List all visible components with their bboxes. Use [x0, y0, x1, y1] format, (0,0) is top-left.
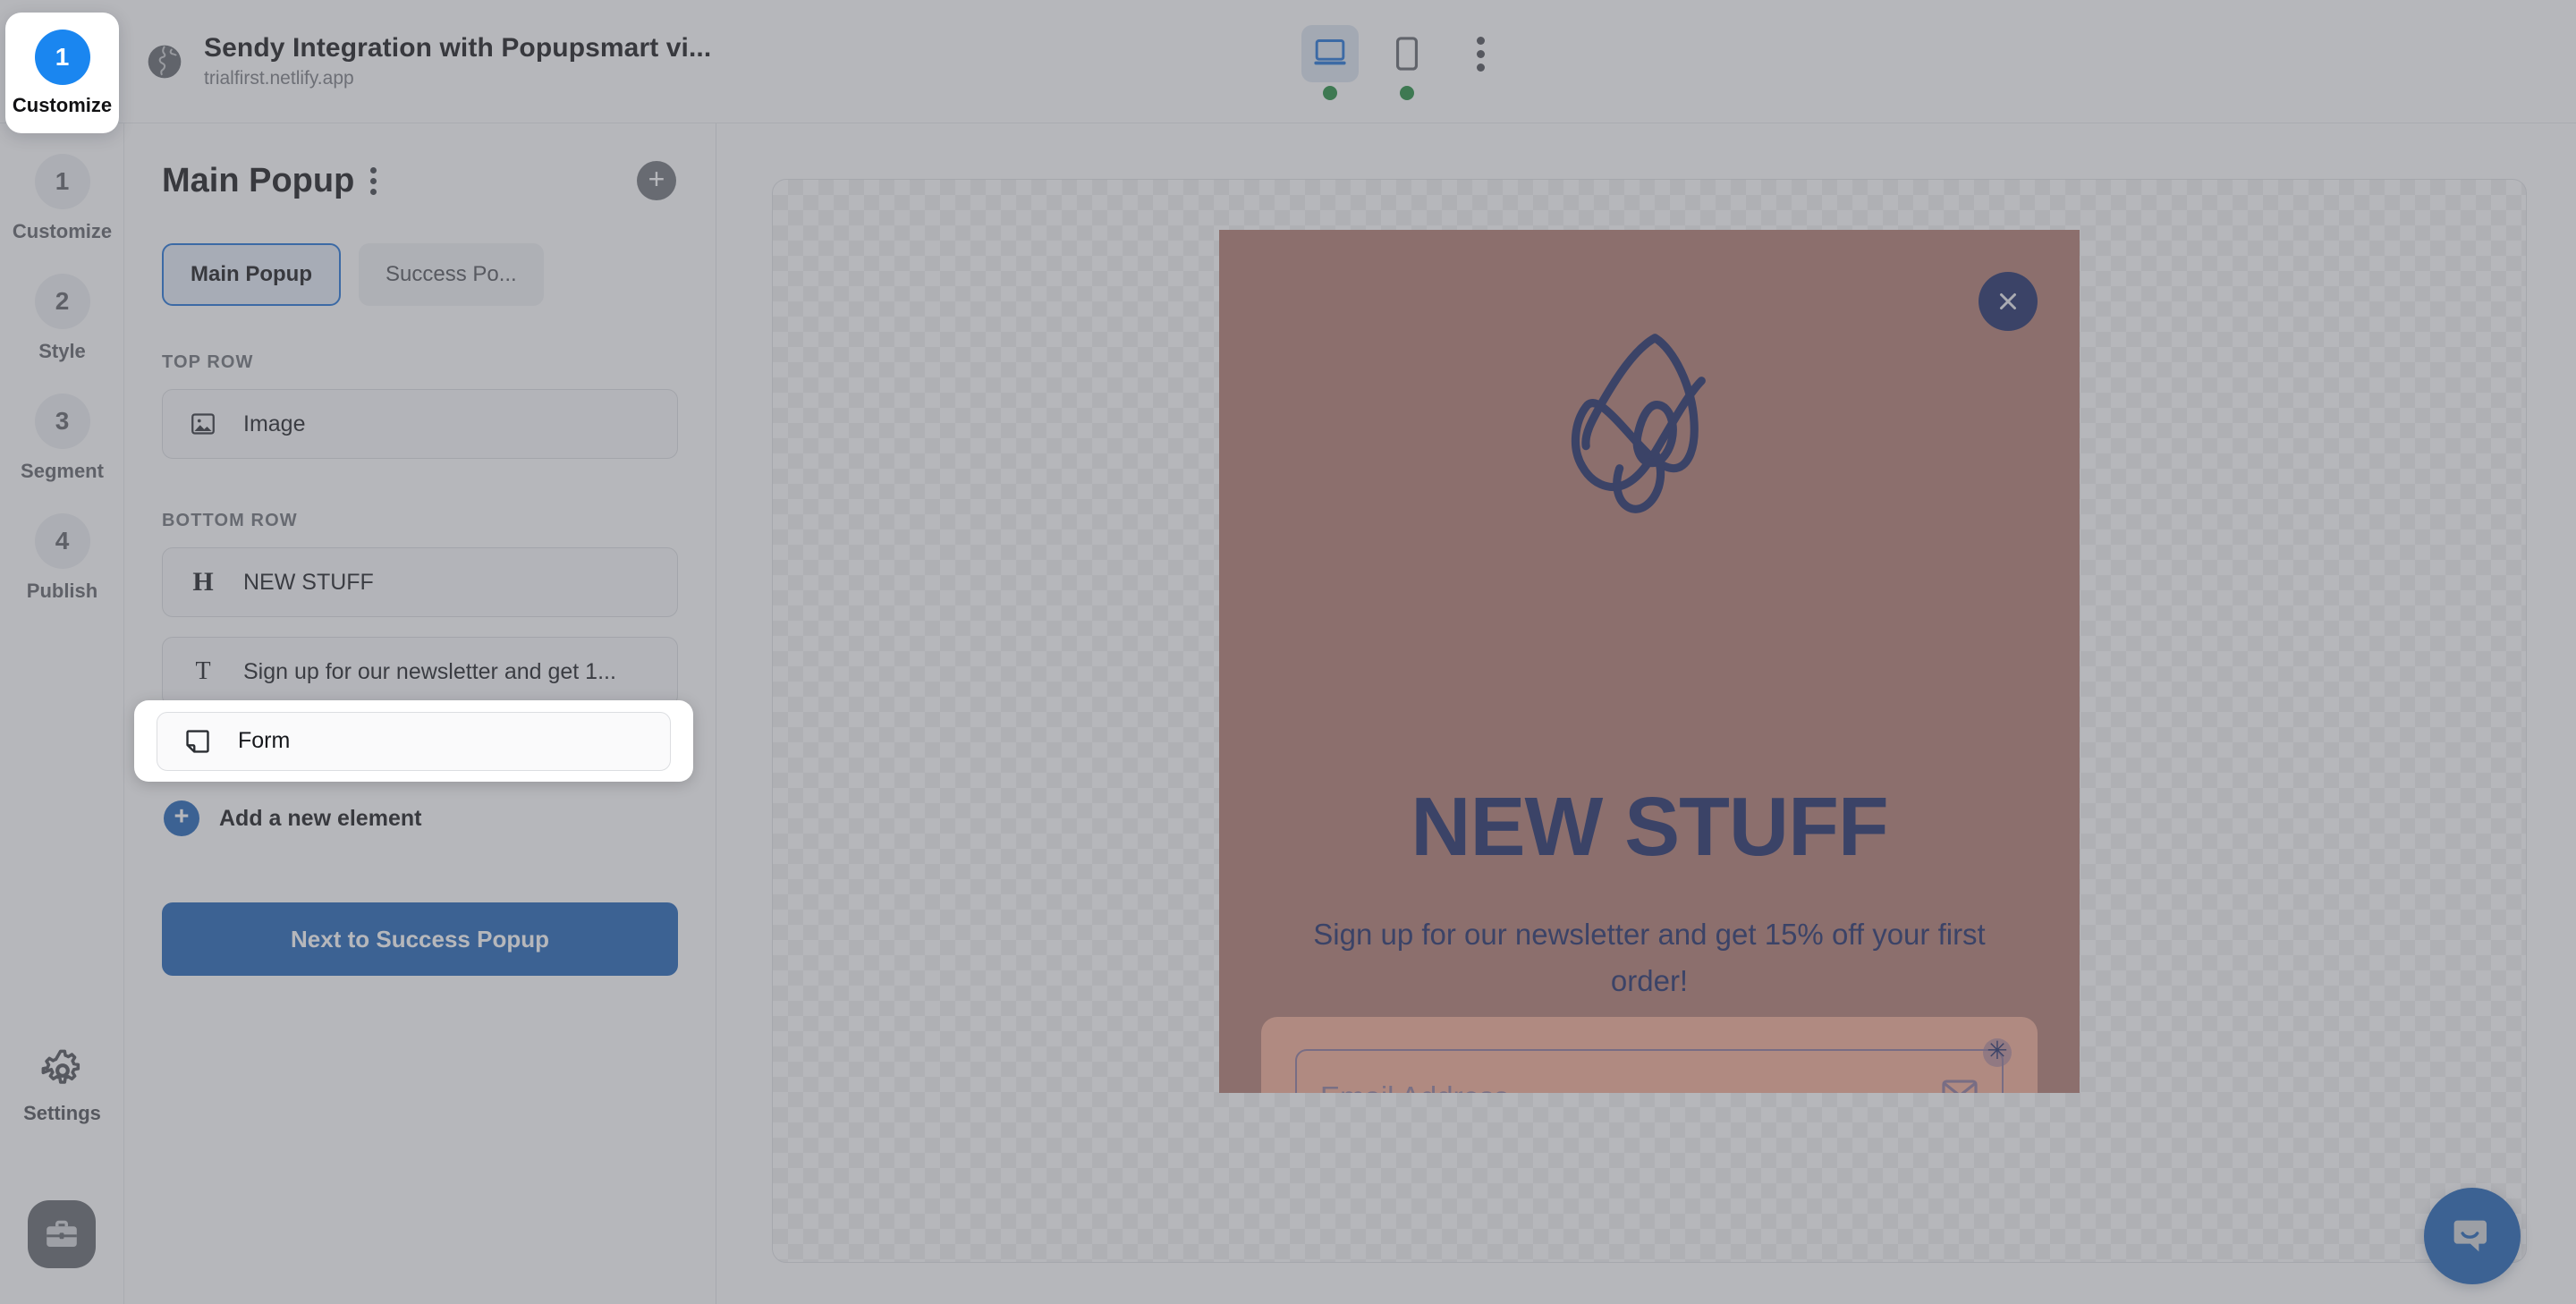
email-input[interactable]: Email Address: [1295, 1049, 2004, 1093]
app-root: Sendy Integration with Popupsmart vi... …: [0, 0, 2576, 1304]
email-field-wrap: Email Address ✳: [1295, 1049, 2004, 1093]
tab-success-popup[interactable]: Success Po...: [359, 243, 544, 306]
text-glyph: T: [195, 657, 210, 686]
heading-glyph: H: [192, 567, 213, 597]
tour-spotlight-form: Form: [134, 700, 693, 782]
form-icon: [181, 727, 215, 756]
section-label-bottom-row: BOTTOM ROW: [124, 459, 716, 531]
plus-circle-icon: +: [164, 800, 199, 836]
briefcase-button[interactable]: [28, 1200, 96, 1268]
step-number: 3: [35, 394, 90, 449]
preview-area: NEW STUFF Sign up for our newsletter and…: [716, 123, 2576, 1304]
panel-title: Main Popup: [162, 162, 354, 200]
sidebar-step-segment[interactable]: 3 Segment: [0, 363, 124, 483]
desktop-icon: [1313, 38, 1347, 69]
kebab-menu-icon[interactable]: [1455, 25, 1505, 82]
panel-menu-icon[interactable]: [370, 167, 377, 195]
required-marker-badge: ✳: [1983, 1038, 2012, 1067]
sidebar-item-settings[interactable]: Settings: [0, 1048, 124, 1125]
briefcase-icon: [43, 1215, 80, 1253]
step-label: Segment: [21, 460, 104, 483]
popup-form[interactable]: Email Address ✳ Subscribe: [1261, 1017, 2038, 1093]
add-new-element-label: Add a new element: [219, 806, 421, 832]
popup-body-text: Sign up for our newsletter and get 15% o…: [1302, 911, 1996, 1004]
page-title: Sendy Integration with Popupsmart vi...: [204, 33, 711, 64]
text-icon: T: [186, 657, 220, 686]
element-label: Sign up for our newsletter and get 1...: [243, 659, 616, 685]
element-item-form[interactable]: Form: [157, 712, 671, 771]
device-preview-switcher: [1301, 25, 1505, 82]
close-x-icon: [1995, 288, 2021, 315]
site-url: trialfirst.netlify.app: [204, 68, 711, 89]
email-placeholder: Email Address: [1320, 1080, 1509, 1093]
sidebar-step-style[interactable]: 2 Style: [0, 243, 124, 363]
preview-canvas: NEW STUFF Sign up for our newsletter and…: [772, 179, 2527, 1263]
step-number: 2: [35, 274, 90, 329]
panel-header: Main Popup +: [124, 123, 716, 200]
step-number: 1: [35, 154, 90, 209]
chat-widget-button[interactable]: [2424, 1188, 2521, 1284]
site-info: Sendy Integration with Popupsmart vi... …: [145, 33, 711, 89]
element-item-text[interactable]: T Sign up for our newsletter and get 1..…: [162, 637, 678, 707]
sidebar-step-customize-active-card[interactable]: 1 Customize: [5, 13, 119, 133]
mobile-icon: [1395, 37, 1419, 71]
image-icon: [186, 411, 220, 437]
device-desktop-button[interactable]: [1301, 25, 1359, 82]
next-to-success-popup-button[interactable]: Next to Success Popup: [162, 902, 678, 976]
step-rail: 1 Customize 2 Style 3 Segment 4 Publish …: [0, 123, 124, 1304]
step-number: 1: [35, 30, 90, 85]
element-item-heading[interactable]: H NEW STUFF: [162, 547, 678, 617]
step-label: Publish: [27, 580, 97, 603]
step-label: Customize: [13, 94, 112, 117]
element-label: Form: [238, 728, 290, 754]
popup-preview[interactable]: NEW STUFF Sign up for our newsletter and…: [1219, 230, 2080, 1093]
element-label: Image: [243, 411, 305, 437]
sidebar-step-customize[interactable]: 1 Customize: [0, 123, 124, 243]
step-number: 4: [35, 513, 90, 569]
popup-heading: NEW STUFF: [1219, 785, 2080, 868]
popup-close-button[interactable]: [1979, 272, 2038, 331]
desktop-status-dot: [1323, 86, 1337, 100]
popup-step-tabs: Main Popup Success Po...: [124, 200, 716, 306]
gear-icon: [40, 1048, 85, 1093]
element-label: NEW STUFF: [243, 570, 374, 596]
settings-label: Settings: [23, 1102, 101, 1125]
section-label-top-row: TOP ROW: [124, 306, 716, 373]
megaphone-icon: [1538, 319, 1761, 543]
chat-bubble-icon: [2449, 1213, 2496, 1259]
add-new-element-button[interactable]: + Add a new element: [164, 800, 716, 836]
sidebar-step-publish[interactable]: 4 Publish: [0, 483, 124, 603]
top-bar: Sendy Integration with Popupsmart vi... …: [0, 0, 2576, 123]
device-mobile-button[interactable]: [1378, 25, 1436, 82]
bottom-row-elements: H NEW STUFF T Sign up for our newsletter…: [124, 531, 716, 707]
tab-main-popup[interactable]: Main Popup: [162, 243, 341, 306]
envelope-icon: [1941, 1079, 1979, 1093]
top-row-elements: Image: [124, 373, 716, 459]
add-popup-button[interactable]: +: [637, 161, 676, 200]
step-label: Customize: [13, 220, 112, 243]
mobile-status-dot: [1400, 86, 1414, 100]
step-label: Style: [38, 340, 86, 363]
element-item-image[interactable]: Image: [162, 389, 678, 459]
globe-icon: [145, 42, 184, 81]
heading-icon: H: [186, 567, 220, 597]
